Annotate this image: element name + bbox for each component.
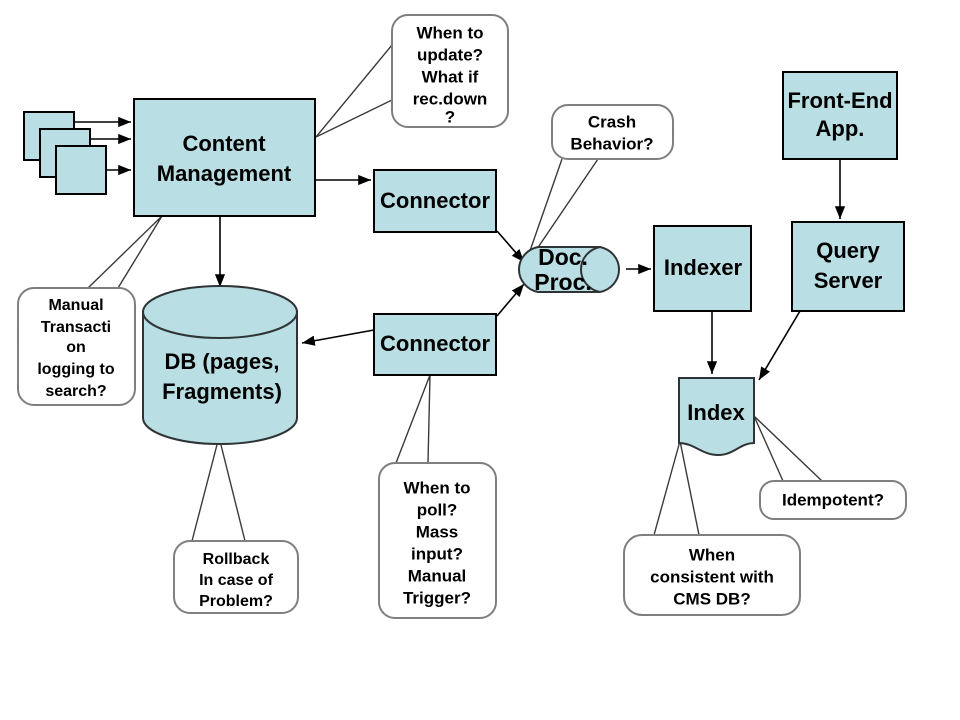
callout-when-to-poll-line-2: poll? <box>417 500 458 519</box>
callout-crash-behavior[interactable]: Crash Behavior? <box>551 104 674 160</box>
node-database[interactable]: DB (pages, Fragments) <box>142 285 298 445</box>
diagram-canvas: Content Management Connector Connector D… <box>0 0 960 720</box>
callout-manual-transaction[interactable]: Manual Transacti on logging to search? <box>17 287 136 406</box>
node-connector-top[interactable]: Connector <box>373 169 497 233</box>
node-index[interactable]: Index <box>678 377 755 457</box>
edge-queryserver-to-index <box>758 310 801 381</box>
node-content-management[interactable]: Content Management <box>133 98 316 217</box>
callout-manual-transaction-line-2: Transacti <box>41 319 111 336</box>
callout-idempotent-line-1: Idempotent? <box>782 490 884 509</box>
callout-when-to-update-line-2: update? <box>417 45 483 64</box>
callout-manual-transaction-line-4: logging to <box>37 361 115 378</box>
callout-when-to-update-line-3: What if <box>422 67 479 86</box>
callout-when-consistent-line-3: CMS DB? <box>673 589 750 608</box>
node-query-server[interactable]: Query Server <box>791 221 905 312</box>
tail-when-consistent <box>653 440 700 536</box>
indexer-label: Indexer <box>664 255 743 280</box>
front-end-app-label-line2: App. <box>816 116 865 141</box>
doc-proc-label-line1: Doc. <box>538 244 588 270</box>
content-management-label-line1: Content <box>182 131 266 156</box>
front-end-app-label-line1: Front-End <box>787 88 892 113</box>
callout-when-to-poll-line-4: input? <box>411 544 463 563</box>
database-label-line1: DB (pages, <box>165 349 280 374</box>
source-box-3[interactable] <box>55 145 107 195</box>
query-server-label-line1: Query <box>816 238 880 263</box>
node-front-end-app[interactable]: Front-End App. <box>782 71 898 160</box>
callout-when-consistent-line-1: When <box>689 545 735 564</box>
callout-idempotent[interactable]: Idempotent? <box>759 480 907 520</box>
callout-rollback-line-3: Problem? <box>199 593 273 610</box>
connector-bottom-label: Connector <box>380 331 490 356</box>
edge-connector-bottom-to-docproc <box>496 283 525 317</box>
callout-manual-transaction-line-3: on <box>66 339 86 356</box>
callout-when-consistent-line-2: consistent with <box>650 567 774 586</box>
database-label-line2: Fragments) <box>162 379 282 404</box>
index-label: Index <box>687 400 745 425</box>
callout-when-to-update-line-1: When to <box>416 23 483 42</box>
edge-connector-bottom-to-database <box>301 329 375 346</box>
edge-connector-top-to-docproc <box>496 230 525 263</box>
callout-when-to-poll-line-1: When to <box>403 478 470 497</box>
tail-manual-transaction <box>87 215 163 289</box>
callout-rollback[interactable]: Rollback In case of Problem? <box>173 540 299 614</box>
tail-rollback <box>191 436 246 542</box>
callout-when-consistent[interactable]: When consistent with CMS DB? <box>623 534 801 616</box>
doc-proc-label-line2: Proc. <box>534 269 592 295</box>
callout-crash-behavior-line-1: Crash <box>588 112 636 131</box>
tail-when-to-poll <box>395 374 431 464</box>
query-server-label-line2: Server <box>814 268 883 293</box>
callout-crash-behavior-line-2: Behavior? <box>570 134 653 153</box>
node-connector-bottom[interactable]: Connector <box>373 313 497 376</box>
callout-when-to-update-line-4: rec.down <box>413 89 488 108</box>
callout-when-to-poll[interactable]: When to poll? Mass input? Manual Trigger… <box>378 462 497 619</box>
callout-when-to-poll-line-6: Trigger? <box>403 588 471 607</box>
tail-when-to-update <box>315 44 393 138</box>
architecture-diagram: Content Management Connector Connector D… <box>17 14 907 619</box>
node-doc-proc[interactable]: Doc. Proc. <box>518 244 620 295</box>
callout-when-to-update-line-5: ? <box>445 107 455 126</box>
callout-when-to-poll-line-3: Mass <box>416 522 459 541</box>
content-management-label-line2: Management <box>157 161 292 186</box>
tail-idempotent <box>753 415 823 482</box>
callout-manual-transaction-line-5: search? <box>45 383 106 400</box>
connector-top-label: Connector <box>380 188 490 213</box>
callout-when-to-poll-line-5: Manual <box>408 566 467 585</box>
callout-rollback-line-2: In case of <box>199 572 273 589</box>
callout-manual-transaction-line-1: Manual <box>48 297 103 314</box>
callout-when-to-update[interactable]: When to update? What if rec.down ? <box>391 14 509 128</box>
callout-rollback-line-1: Rollback <box>203 551 270 568</box>
node-indexer[interactable]: Indexer <box>653 225 752 312</box>
